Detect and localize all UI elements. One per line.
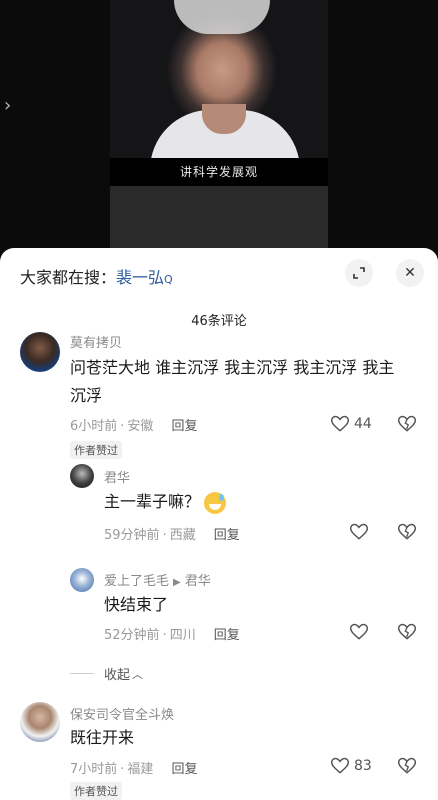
like-button[interactable]: 44	[330, 414, 372, 434]
like-count: 83	[354, 758, 372, 774]
comment-username[interactable]: 保安司令官全斗焕	[70, 704, 174, 723]
collapse-label: 收起	[104, 668, 131, 683]
reply-arrow-icon: ▶	[173, 577, 181, 588]
comment-text: 主一辈子嘛？	[104, 488, 227, 516]
heart-icon[interactable]	[349, 622, 369, 642]
comment-meta: 59分钟前 · 西藏 回复	[104, 528, 240, 543]
comment-username: 爱上了毛毛 ▶ 君华	[104, 570, 211, 589]
comment-meta: 7小时前 · 福建 回复	[70, 762, 198, 777]
author-liked-badge: 作者赞过	[70, 441, 122, 459]
comment-time: 7小时前	[70, 762, 118, 777]
video-frame: 讲科学发展观	[110, 0, 328, 250]
author-liked-badge: 作者赞过	[70, 782, 122, 800]
reply-button[interactable]: 回复	[214, 528, 240, 543]
video-subtitle: 讲科学发展观	[179, 165, 258, 179]
avatar[interactable]	[70, 568, 94, 592]
comment-time: 59分钟前	[104, 528, 160, 543]
close-button[interactable]: ✕	[396, 259, 424, 287]
video-still-image	[110, 0, 328, 158]
comment-username[interactable]: 莫有拷贝	[70, 332, 122, 351]
close-icon: ✕	[404, 265, 416, 281]
reply-button[interactable]: 回复	[171, 762, 197, 777]
heart-icon[interactable]	[349, 522, 369, 542]
trending-search-prefix: 大家都在搜：	[20, 268, 117, 287]
broken-heart-icon[interactable]	[397, 522, 417, 542]
trending-search[interactable]: 大家都在搜：裴一弘Q	[20, 264, 173, 288]
comment-meta: 6小时前 · 安徽 回复	[70, 419, 198, 434]
comment-time: 52分钟前	[104, 628, 160, 643]
video-player[interactable]: › 讲科学发展观	[0, 0, 438, 260]
comment-location: 西藏	[169, 528, 196, 543]
search-icon: Q	[164, 273, 173, 286]
expand-icon	[353, 267, 365, 279]
comment-location: 福建	[127, 762, 154, 777]
avatar[interactable]	[20, 332, 60, 372]
comment-meta: 52分钟前 · 四川 回复	[104, 628, 240, 643]
comment-time: 6小时前	[70, 419, 118, 434]
reply-button[interactable]: 回复	[171, 419, 197, 434]
like-count: 44	[354, 416, 372, 432]
comment-text: 既往开来	[70, 728, 135, 747]
like-button[interactable]: 83	[330, 756, 372, 776]
avatar[interactable]	[70, 464, 94, 488]
comment-count: 46条评论	[191, 314, 247, 329]
comment-location: 四川	[169, 628, 196, 643]
broken-heart-icon[interactable]	[397, 756, 417, 776]
trending-search-term[interactable]: 裴一弘	[116, 268, 164, 287]
reply-target[interactable]: 君华	[185, 574, 211, 589]
heart-icon	[330, 757, 350, 774]
reply-button[interactable]: 回复	[214, 628, 240, 643]
comment-text: 快结束了	[104, 595, 169, 614]
comments-sheet: 大家都在搜：裴一弘Q ✕ 46条评论 莫有拷贝 问苍茫大地 谁主沉浮 我主沉浮 …	[0, 248, 438, 800]
chevron-up-icon: ︿	[132, 667, 144, 681]
comment-location: 安徽	[127, 419, 154, 434]
comment-username[interactable]: 君华	[104, 467, 130, 486]
avatar[interactable]	[20, 702, 60, 742]
broken-heart-icon[interactable]	[397, 414, 417, 434]
chevron-right-icon[interactable]: ›	[4, 95, 11, 116]
sweat-smile-emoji-icon	[204, 491, 227, 514]
divider	[70, 673, 94, 674]
broken-heart-icon[interactable]	[397, 622, 417, 642]
reply-author[interactable]: 爱上了毛毛	[104, 574, 169, 589]
comment-text-line: 沉浮	[70, 386, 103, 405]
comment-text-line: 问苍茫大地 谁主沉浮 我主沉浮 我主沉浮 我主	[70, 358, 395, 377]
expand-button[interactable]	[345, 259, 373, 287]
heart-icon	[330, 415, 350, 432]
collapse-replies-button[interactable]: 收起 ︿	[70, 664, 143, 683]
